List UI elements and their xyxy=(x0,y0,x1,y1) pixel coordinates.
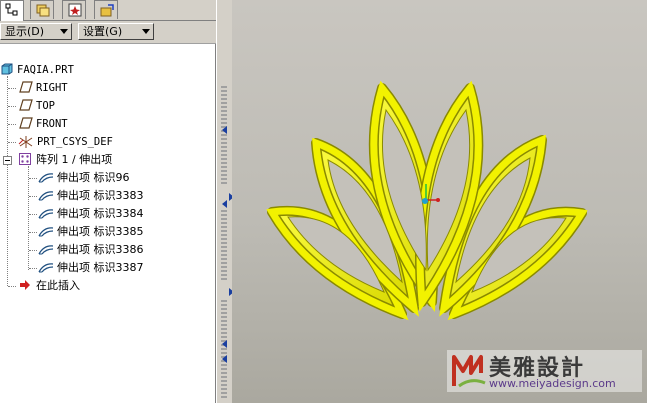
chevron-down-icon xyxy=(142,29,150,34)
tree-item-label: RIGHT xyxy=(36,82,68,94)
tree-connector xyxy=(8,124,16,125)
tree-connector xyxy=(8,106,16,107)
sash-grip[interactable] xyxy=(221,210,227,280)
graphics-viewport[interactable] xyxy=(232,0,647,403)
datum-plane-icon xyxy=(19,81,33,93)
tab-folder-browser[interactable] xyxy=(30,0,54,19)
datum-plane-icon xyxy=(19,117,33,129)
protrusion-icon xyxy=(38,263,54,273)
tree-item-label: PRT_CSYS_DEF xyxy=(37,136,113,148)
pattern-icon xyxy=(19,153,31,165)
chevron-left-icon[interactable] xyxy=(221,340,229,348)
protrusion-icon xyxy=(38,209,54,219)
display-menu-button[interactable]: 显示(D) xyxy=(0,23,72,40)
tab-model-tree[interactable] xyxy=(0,0,24,21)
insert-here-label: 在此插入 xyxy=(36,279,80,292)
tree-child-item[interactable]: 伸出项 标识3385 xyxy=(0,224,210,240)
tree-root-label: FAQIA.PRT xyxy=(17,64,74,76)
protrusion-icon xyxy=(38,191,54,201)
csys-icon xyxy=(18,136,33,148)
tree-child-label: 伸出项 标识3385 xyxy=(57,225,144,238)
tree-child-label: 伸出项 标识3384 xyxy=(57,207,144,220)
navigator-tab-bar xyxy=(0,0,218,21)
part-icon xyxy=(1,63,13,75)
collapse-toggle[interactable] xyxy=(3,156,12,165)
chevron-left-icon[interactable] xyxy=(221,355,229,363)
tree-child-item[interactable]: 伸出项 标识3384 xyxy=(0,206,210,222)
protrusion-icon xyxy=(38,227,54,237)
protrusion-icon xyxy=(38,173,54,183)
tree-item-label: FRONT xyxy=(36,118,68,130)
tree-connector xyxy=(8,142,16,143)
connections-icon xyxy=(100,4,114,17)
tree-item-label: TOP xyxy=(36,100,55,112)
tree-connector xyxy=(29,250,37,251)
tree-connector xyxy=(29,196,37,197)
chevron-down-icon xyxy=(60,29,68,34)
tree-child-label: 伸出项 标识3383 xyxy=(57,189,144,202)
arrow-right-icon xyxy=(20,280,30,290)
tree-toolbar: 显示(D) 设置(G) xyxy=(0,21,218,44)
tree-child-item[interactable]: 伸出项 标识3383 xyxy=(0,188,210,204)
tree-child-label: 伸出项 标识3386 xyxy=(57,243,144,256)
tree-insert-here[interactable]: 在此插入 xyxy=(0,278,210,294)
chevron-left-icon[interactable] xyxy=(221,200,229,208)
tree-child-label: 伸出项 标识96 xyxy=(57,171,130,184)
tree-pattern-label: 阵列 1 / 伸出项 xyxy=(36,153,113,166)
tree-connector xyxy=(8,88,16,89)
tree-item-right[interactable]: RIGHT xyxy=(0,80,210,96)
tab-favorites[interactable] xyxy=(62,0,86,19)
favorites-icon xyxy=(68,3,82,17)
tab-connections[interactable] xyxy=(94,0,118,19)
tree-child-label: 伸出项 标识3387 xyxy=(57,261,144,274)
folder-browser-icon xyxy=(36,4,50,17)
model-tree-icon xyxy=(5,3,18,16)
tree-connector xyxy=(29,232,37,233)
lotus-model[interactable] xyxy=(232,0,647,403)
datum-plane-icon xyxy=(19,99,33,111)
settings-menu-label: 设置(G) xyxy=(83,25,123,38)
tree-child-item[interactable]: 伸出项 标识3387 xyxy=(0,260,210,276)
tree-connector xyxy=(8,286,16,287)
tree-connector xyxy=(29,178,37,179)
watermark: 美雅設計 www.meiyadesign.com xyxy=(447,350,642,392)
sash-grip[interactable] xyxy=(221,300,227,400)
chevron-left-icon[interactable] xyxy=(221,126,229,134)
display-menu-label: 显示(D) xyxy=(5,25,45,38)
model-tree: FAQIA.PRT RIGHT TOP FRONT PRT_CSYS_DEF 阵… xyxy=(0,44,216,403)
sash-grip[interactable] xyxy=(221,86,227,186)
tree-item-pattern[interactable]: 阵列 1 / 伸出项 xyxy=(0,152,210,168)
settings-menu-button[interactable]: 设置(G) xyxy=(78,23,154,40)
tree-item-csys[interactable]: PRT_CSYS_DEF xyxy=(0,134,210,150)
tree-item-front[interactable]: FRONT xyxy=(0,116,210,132)
logo-icon xyxy=(452,355,486,388)
watermark-url: www.meiyadesign.com xyxy=(489,377,616,390)
model-tree-panel: 显示(D) 设置(G) FAQIA.PRT RIGHT TOP FRONT PR… xyxy=(0,0,218,403)
minus-icon xyxy=(5,160,10,161)
protrusion-icon xyxy=(38,245,54,255)
tree-item-top[interactable]: TOP xyxy=(0,98,210,114)
tree-connector xyxy=(29,268,37,269)
tree-child-item[interactable]: 伸出项 标识96 xyxy=(0,170,210,186)
tree-connector xyxy=(29,214,37,215)
tree-root-item[interactable]: FAQIA.PRT xyxy=(0,62,210,78)
tree-child-item[interactable]: 伸出项 标识3386 xyxy=(0,242,210,258)
